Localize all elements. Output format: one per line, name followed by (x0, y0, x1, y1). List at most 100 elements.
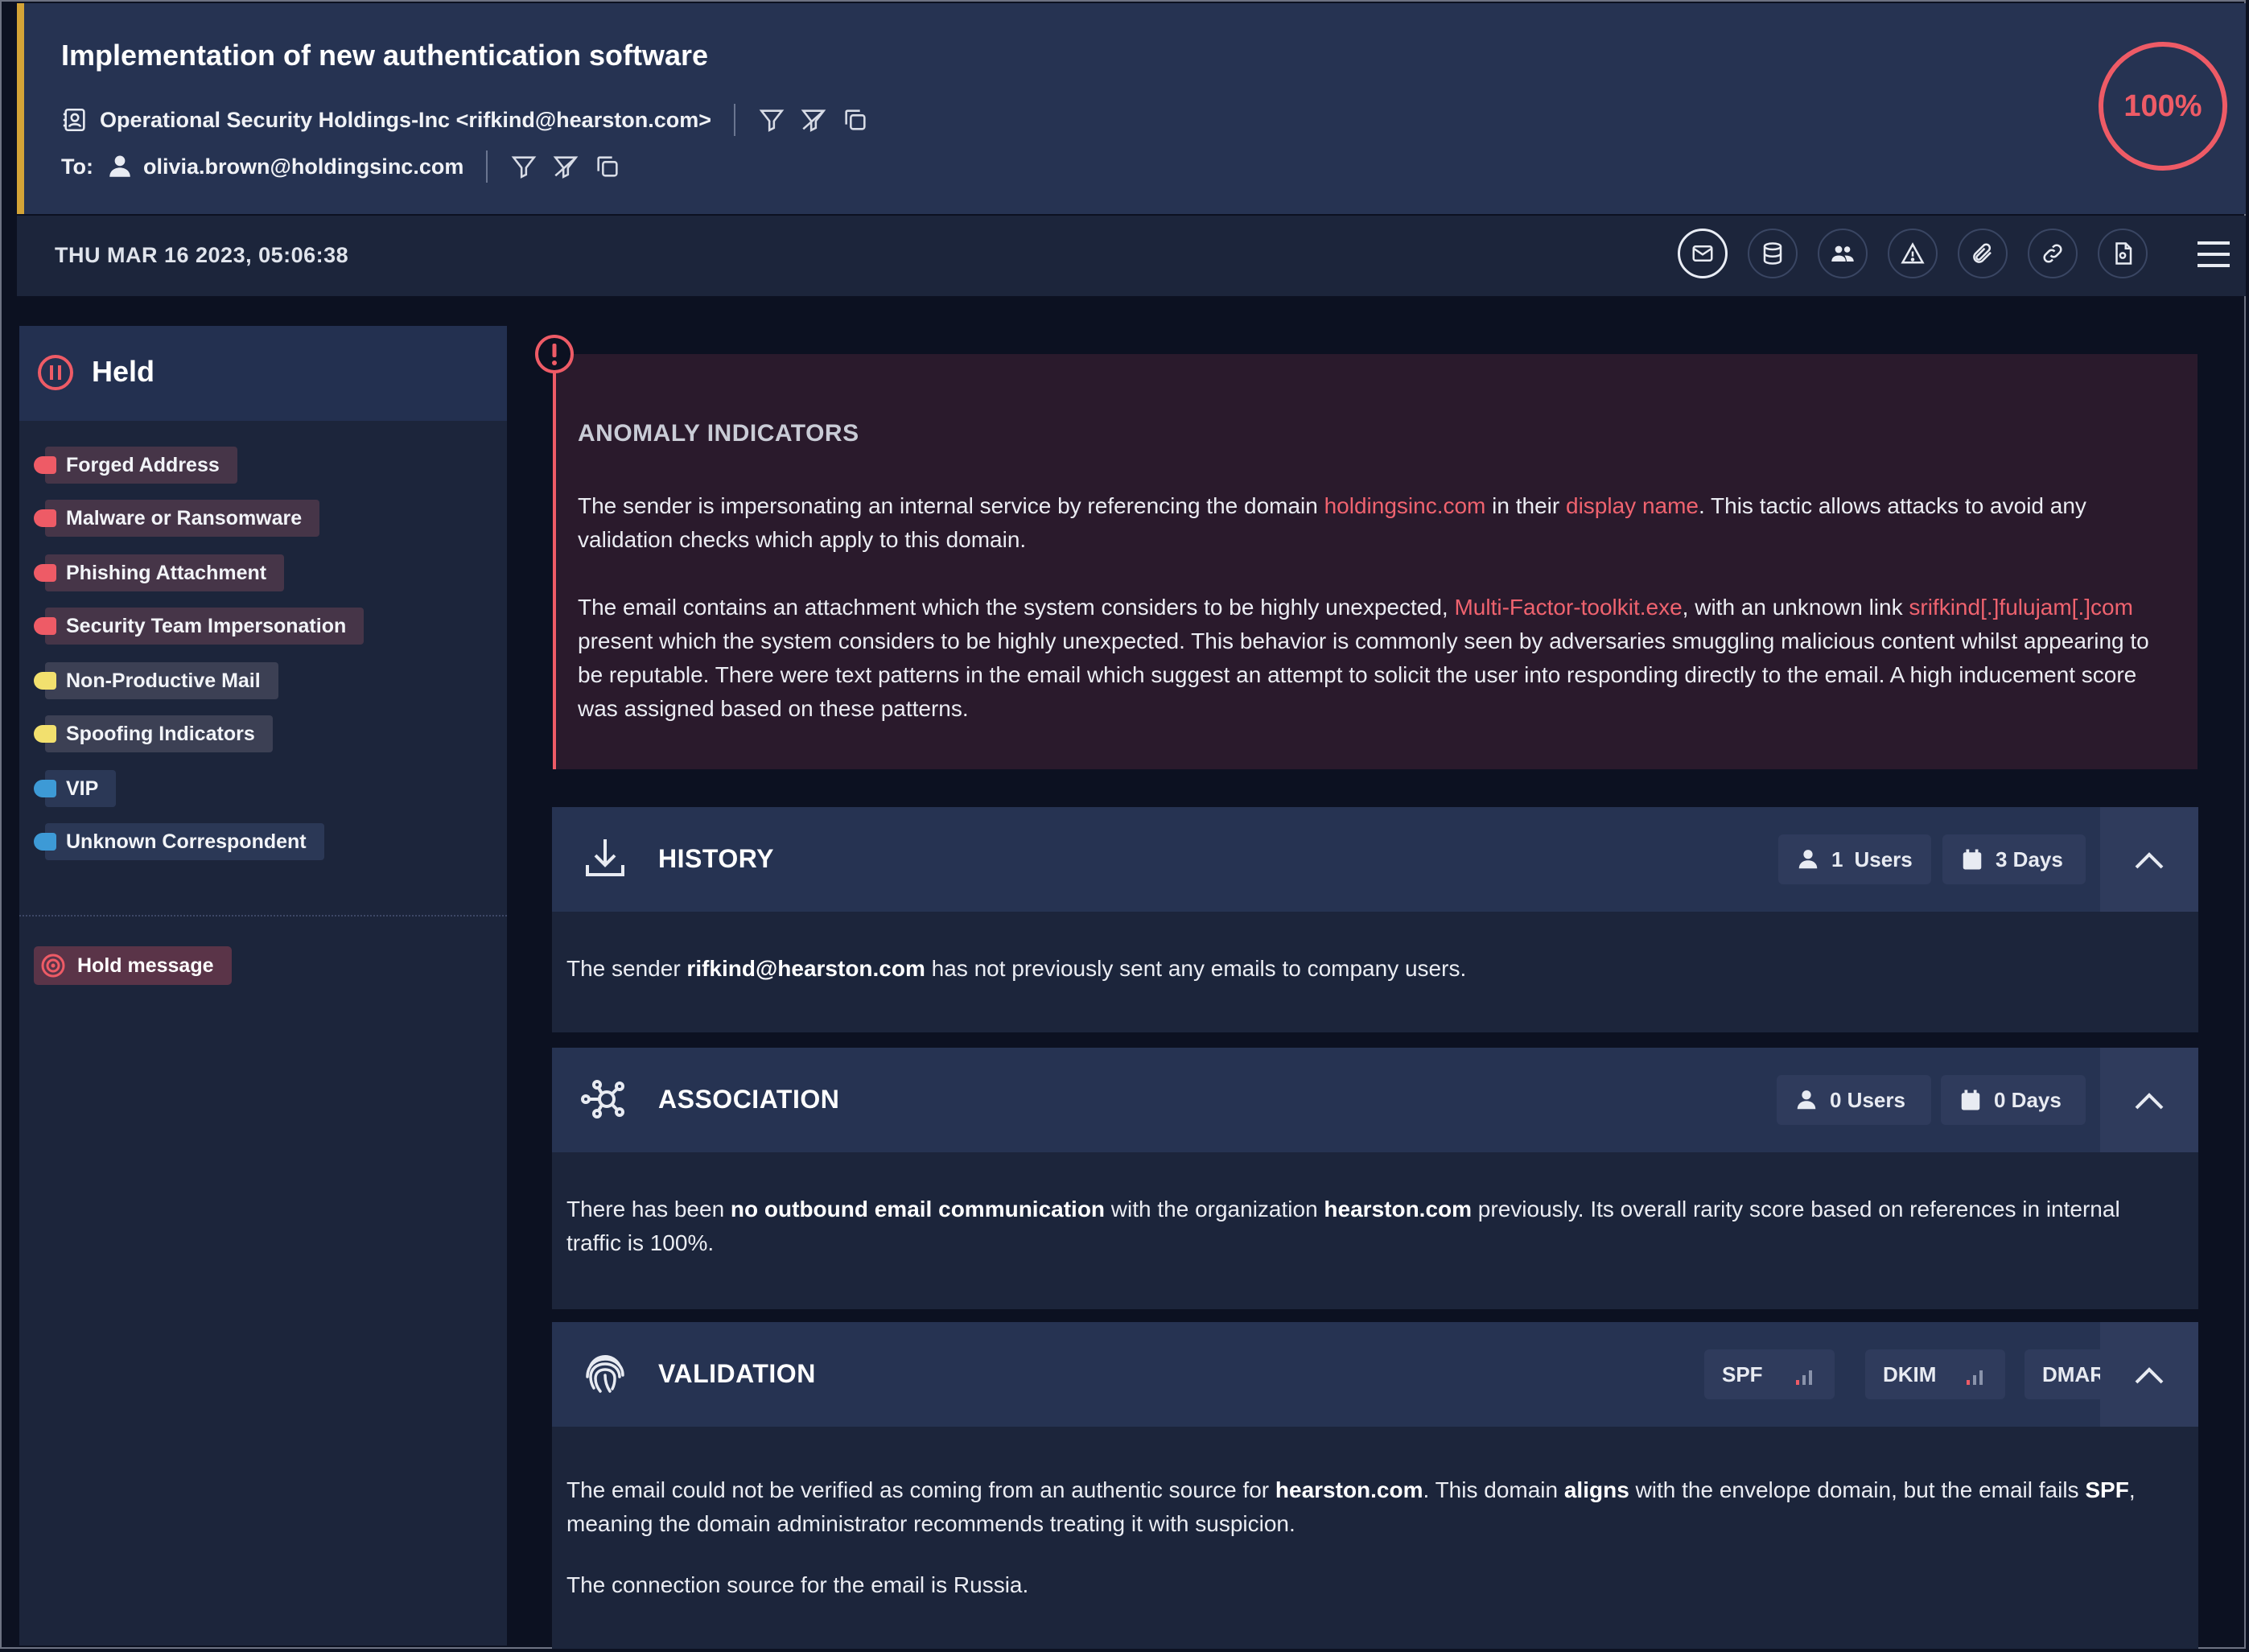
anomaly-text-2: The email contains an attachment which t… (578, 595, 2149, 721)
warning-icon[interactable] (1888, 229, 1938, 278)
hold-message-button[interactable]: Hold message (34, 946, 232, 985)
sender-row: Operational Security Holdings-Inc <rifki… (61, 101, 884, 138)
sidebar: Held Forged Address Malware or Ransomware… (19, 326, 507, 1646)
filter-icon[interactable] (758, 106, 785, 134)
copy-icon[interactable] (842, 106, 869, 134)
tag-item[interactable]: Security Team Impersonation (34, 608, 365, 645)
highlight-domain: holdingsinc.com (1324, 493, 1486, 518)
highlight-attachment: Multi-Factor-toolkit.exe (1454, 595, 1683, 620)
alert-icon (535, 335, 574, 373)
tag-label: Spoofing Indicators (45, 715, 273, 752)
tag-item[interactable]: Unknown Correspondent (34, 823, 324, 860)
validation-panel: VALIDATION SPF DKIM DMARC The email could … (552, 1322, 2198, 1649)
days-chip: 0 Days (1941, 1075, 2086, 1125)
tag-color-marker (34, 833, 56, 851)
validation-title: VALIDATION (658, 1359, 816, 1388)
association-header[interactable]: ASSOCIATION 0 Users 0 Days (552, 1048, 2198, 1152)
status-header: Held (19, 326, 507, 421)
tag-item[interactable]: Forged Address (34, 447, 237, 484)
tag-color-marker (34, 672, 56, 690)
received-date: THU MAR 16 2023, 05:06:38 (55, 243, 349, 267)
recipient-address[interactable]: olivia.brown@holdingsinc.com (143, 154, 463, 179)
users-chip: 1 Users (1778, 834, 1931, 884)
calendar-icon (1961, 1090, 1980, 1110)
tag-color-marker (34, 780, 56, 797)
link-icon[interactable] (2028, 229, 2078, 278)
tag-color-marker (34, 509, 56, 527)
hold-message-label: Hold message (77, 954, 214, 977)
tag-label: Malware or Ransomware (45, 500, 320, 537)
collapse-button[interactable] (2100, 1322, 2198, 1427)
tag-color-marker (34, 456, 56, 474)
calendar-icon (1963, 849, 1982, 870)
history-text: The sender rifkind@hearston.com has not … (566, 956, 1467, 981)
paperclip-icon[interactable] (1958, 229, 2008, 278)
collapse-button[interactable] (2100, 807, 2198, 912)
chevron-up-icon (2135, 1367, 2164, 1384)
tag-label: Security Team Impersonation (45, 608, 365, 645)
filter-clear-icon[interactable] (800, 106, 827, 134)
network-icon (581, 1080, 624, 1118)
filter-clear-icon[interactable] (552, 153, 579, 180)
tag-item[interactable]: Phishing Attachment (34, 554, 285, 591)
status-label: Held (92, 355, 155, 388)
association-panel: ASSOCIATION 0 Users 0 Days There has bee… (552, 1048, 2198, 1309)
user-icon (106, 153, 134, 180)
divider (19, 915, 507, 917)
history-title: HISTORY (658, 844, 774, 873)
fingerprint-icon (586, 1355, 624, 1393)
tag-item[interactable]: Malware or Ransomware (34, 500, 320, 537)
anomaly-indicators-panel: ANOMALY INDICATORS The sender is imperso… (553, 354, 2198, 769)
hamburger-menu-icon[interactable] (2198, 240, 2230, 269)
collapse-button[interactable] (2100, 1048, 2198, 1152)
envelope-icon[interactable] (1678, 229, 1728, 278)
validation-chip-label: DKIM (1883, 1362, 1937, 1386)
highlight-link: srifkind[.]fulujam[.]com (1909, 595, 2133, 620)
copy-icon[interactable] (594, 153, 621, 180)
filter-icon[interactable] (510, 153, 538, 180)
history-header[interactable]: HISTORY 1 Users 3 Days (552, 807, 2198, 912)
validation-chip-spf: SPF (1704, 1349, 1835, 1399)
tag-label: Non-Productive Mail (45, 662, 278, 699)
association-text: There has been no outbound email communi… (566, 1197, 2120, 1255)
user-icon (1798, 850, 1818, 869)
tag-color-marker (34, 564, 56, 582)
sender-address[interactable]: Operational Security Holdings-Inc <rifki… (100, 108, 711, 133)
to-label: To: (61, 154, 93, 179)
pause-icon (38, 355, 73, 390)
validation-connection-text: The connection source for the email is R… (566, 1572, 1029, 1597)
tag-color-marker (34, 725, 56, 743)
toolbar: THU MAR 16 2023, 05:06:38 (17, 216, 2246, 296)
file-icon[interactable] (2098, 229, 2148, 278)
tag-label: Phishing Attachment (45, 554, 285, 591)
association-title: ASSOCIATION (658, 1085, 840, 1114)
user-icon (1797, 1090, 1816, 1110)
threat-score-badge: 100% (2099, 42, 2227, 171)
users-icon[interactable] (1818, 229, 1868, 278)
contact-card-icon (61, 106, 89, 134)
tag-label: Unknown Correspondent (45, 823, 324, 860)
highlight-display-name: display name (1566, 493, 1699, 518)
days-chip: 3 Days (1942, 834, 2086, 884)
database-icon[interactable] (1748, 229, 1798, 278)
tag-color-marker (34, 617, 56, 635)
tag-item[interactable]: Spoofing Indicators (34, 715, 273, 752)
tag-label: Forged Address (45, 447, 237, 484)
view-tabs (1678, 229, 2168, 278)
email-subject: Implementation of new authentication sof… (61, 39, 709, 72)
anomaly-title: ANOMALY INDICATORS (578, 420, 859, 447)
download-icon (586, 839, 624, 876)
validation-header[interactable]: VALIDATION SPF DKIM DMARC (552, 1322, 2198, 1427)
recipient-row: To: olivia.brown@holdingsinc.com (61, 148, 636, 185)
divider (486, 150, 488, 183)
tag-item[interactable]: Non-Productive Mail (34, 662, 278, 699)
validation-chip-label: SPF (1722, 1362, 1763, 1386)
chevron-up-icon (2135, 1093, 2164, 1110)
target-icon (41, 954, 65, 978)
email-header: Implementation of new authentication sof… (17, 3, 2246, 214)
tag-item[interactable]: VIP (34, 770, 117, 807)
signal-bars-icon (1796, 1370, 1812, 1385)
divider (733, 104, 735, 136)
anomaly-text-1: The sender is impersonating an internal … (578, 493, 2086, 552)
validation-text: The email could not be verified as comin… (566, 1477, 2136, 1536)
